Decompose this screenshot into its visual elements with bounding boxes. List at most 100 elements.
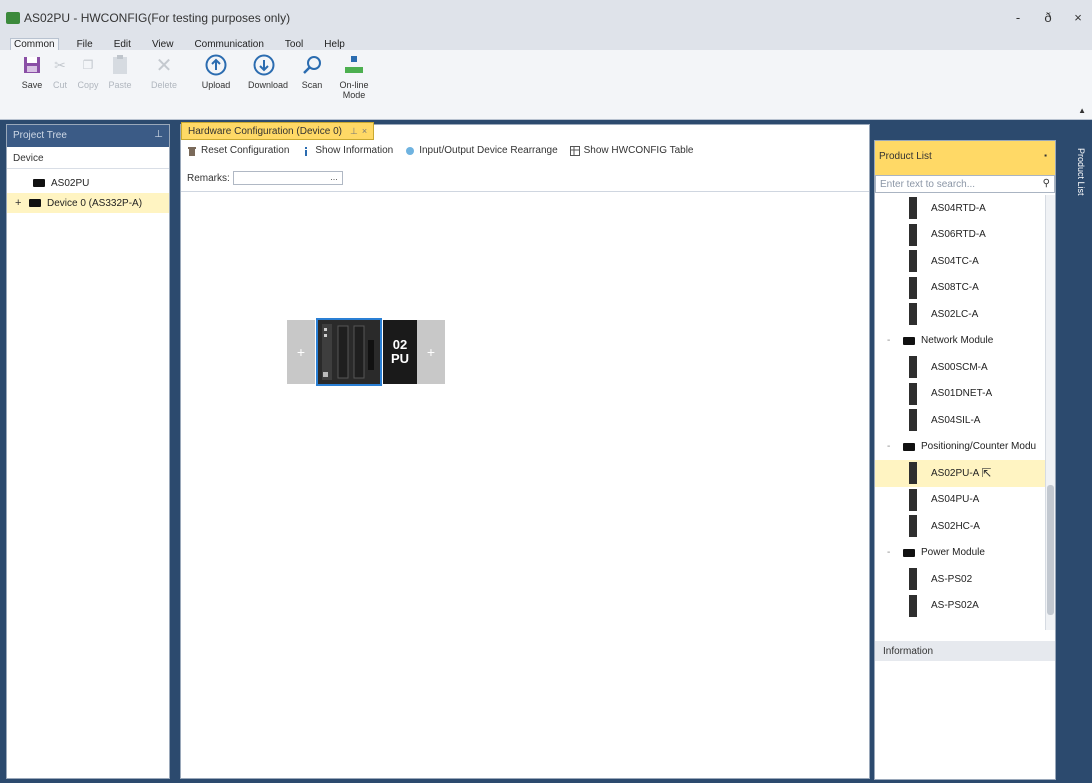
download-button[interactable]: Download — [248, 54, 288, 90]
tree-item-as02pu[interactable]: AS02PU — [7, 173, 169, 193]
scan-button[interactable]: Scan — [296, 54, 328, 90]
folder-icon — [903, 336, 915, 345]
trash-icon — [188, 146, 196, 156]
pin-icon[interactable]: ⊥ — [154, 129, 163, 140]
reset-configuration-button[interactable]: Reset Configuration — [187, 145, 289, 156]
product-item[interactable]: AS01DNET-A — [875, 381, 1045, 408]
tab-hardware-configuration[interactable]: Hardware Configuration (Device 0) ⊥ × — [181, 122, 375, 140]
product-list-panel: Product List ▪ Enter text to search... ⚲… — [874, 140, 1056, 780]
module-icon — [909, 488, 917, 511]
restore-button[interactable]: ð — [1040, 10, 1056, 25]
project-tree-panel: Project Tree ⊥ Device AS02PU + Device 0 … — [6, 124, 170, 779]
module-icon — [909, 223, 917, 246]
hardware-config-document: Hardware Configuration (Device 0) ⊥ × Re… — [180, 122, 870, 779]
module-icon — [909, 197, 917, 220]
delete-button[interactable]: ✕ Delete — [148, 54, 180, 91]
menu-help[interactable]: Help — [321, 39, 348, 50]
information-tab[interactable]: Information — [875, 641, 1055, 661]
pu-module-label: 02 PU — [390, 337, 410, 366]
collapse-icon[interactable]: - — [887, 441, 903, 452]
tree-item-device-0[interactable]: + Device 0 (AS332P-A) — [7, 193, 169, 213]
menu-view[interactable]: View — [149, 39, 177, 50]
expand-icon[interactable]: + — [15, 197, 29, 209]
menu-communication[interactable]: Communication — [191, 39, 266, 50]
product-item[interactable]: AS04SIL-A — [875, 407, 1045, 434]
upload-icon — [205, 54, 227, 76]
menu-common[interactable]: Common — [10, 38, 59, 50]
close-button[interactable]: × — [1070, 10, 1086, 25]
show-hwconfig-table-button[interactable]: Show HWCONFIG Table — [569, 145, 693, 156]
side-tab-product-list[interactable]: Product List — [1072, 148, 1086, 196]
product-list-header: Product List ▪ — [875, 141, 1055, 175]
online-mode-icon — [343, 54, 365, 76]
product-item[interactable]: AS02LC-A — [875, 301, 1045, 328]
device-tab[interactable]: Device — [7, 147, 169, 169]
collapse-icon[interactable]: - — [887, 547, 903, 558]
cpu-module-graphic — [322, 324, 374, 380]
pu-module[interactable]: 02 PU — [383, 320, 417, 384]
product-category[interactable]: - Power Module — [875, 540, 1045, 567]
cpu-module[interactable] — [316, 318, 382, 386]
table-icon — [569, 145, 580, 156]
rack-canvas[interactable]: + 02 PU + — [181, 191, 869, 778]
product-item[interactable]: AS04TC-A — [875, 248, 1045, 275]
cut-icon: ✂ — [54, 56, 66, 73]
module-icon — [909, 276, 917, 299]
product-item[interactable]: AS02PU-A ⇱ — [875, 460, 1045, 487]
mouse-cursor-icon: ⇱ — [981, 466, 992, 481]
product-item[interactable]: AS08TC-A — [875, 275, 1045, 302]
product-item[interactable]: AS-PS02 — [875, 566, 1045, 593]
rearrange-button[interactable]: Input/Output Device Rearrange — [405, 145, 558, 156]
remarks-input[interactable]: ... — [232, 171, 343, 185]
module-icon — [909, 382, 917, 405]
module-icon — [909, 515, 917, 538]
ribbon-collapse-icon[interactable]: ▲ — [1078, 106, 1086, 115]
product-category[interactable]: - Positioning/Counter Modu — [875, 434, 1045, 461]
info-icon — [305, 146, 308, 156]
product-item[interactable]: AS02HC-A — [875, 513, 1045, 540]
module-icon — [909, 594, 917, 617]
tab-pin-icon[interactable]: ⊥ — [350, 126, 358, 137]
remarks-more-button[interactable]: ... — [330, 172, 338, 182]
collapse-icon[interactable]: - — [887, 335, 903, 346]
search-icon[interactable]: ⚲ — [1043, 178, 1050, 189]
remarks-row: Remarks: ... — [187, 171, 343, 185]
menu-edit[interactable]: Edit — [111, 39, 134, 50]
folder-icon — [903, 442, 915, 451]
copy-button[interactable]: ❐ Copy — [72, 54, 104, 90]
product-search-input[interactable]: Enter text to search... ⚲ — [875, 175, 1055, 193]
window-title: AS02PU - HWCONFIG(For testing purposes o… — [24, 11, 291, 25]
menu-file[interactable]: File — [74, 39, 96, 50]
product-category[interactable]: - Network Module — [875, 328, 1045, 355]
menu-bar: Common File Edit View Communication Tool… — [0, 36, 1092, 50]
module-icon — [909, 409, 917, 432]
upload-button[interactable]: Upload — [200, 54, 232, 90]
module-icon — [909, 462, 917, 485]
online-mode-button[interactable]: On-line Mode — [338, 54, 370, 100]
tab-close-icon[interactable]: × — [362, 126, 367, 136]
paste-icon — [109, 54, 131, 76]
add-right-slot-button[interactable]: + — [417, 320, 445, 384]
save-icon — [21, 54, 43, 76]
scrollbar-thumb[interactable] — [1047, 485, 1054, 615]
right-dock-strip — [1064, 124, 1092, 783]
product-list-scrollbar[interactable] — [1045, 195, 1055, 630]
product-item[interactable]: AS-PS02A — [875, 593, 1045, 620]
rearrange-icon — [406, 146, 415, 155]
minimize-button[interactable]: - — [1010, 10, 1026, 25]
product-list: AS04RTD-A AS06RTD-A AS04TC-A AS08TC-A AS02LC… — [875, 195, 1045, 630]
ribbon-toolbar: Save ✂ Cut ❐ Copy Paste ✕ Delete Upload … — [0, 50, 1092, 120]
paste-button[interactable]: Paste — [104, 54, 136, 90]
product-item[interactable]: AS04PU-A — [875, 487, 1045, 514]
add-left-slot-button[interactable]: + — [287, 320, 315, 384]
product-item[interactable]: AS04RTD-A — [875, 195, 1045, 222]
product-item[interactable]: AS00SCM-A — [875, 354, 1045, 381]
menu-tool[interactable]: Tool — [282, 39, 306, 50]
document-toolbar: Reset Configuration Show Information Inp… — [187, 145, 705, 156]
product-item[interactable]: AS06RTD-A — [875, 222, 1045, 249]
folder-icon — [903, 548, 915, 557]
module-icon — [909, 303, 917, 326]
pin-icon[interactable]: ▪ — [1044, 151, 1047, 160]
module-icon — [909, 568, 917, 591]
show-information-button[interactable]: Show Information — [301, 145, 393, 156]
